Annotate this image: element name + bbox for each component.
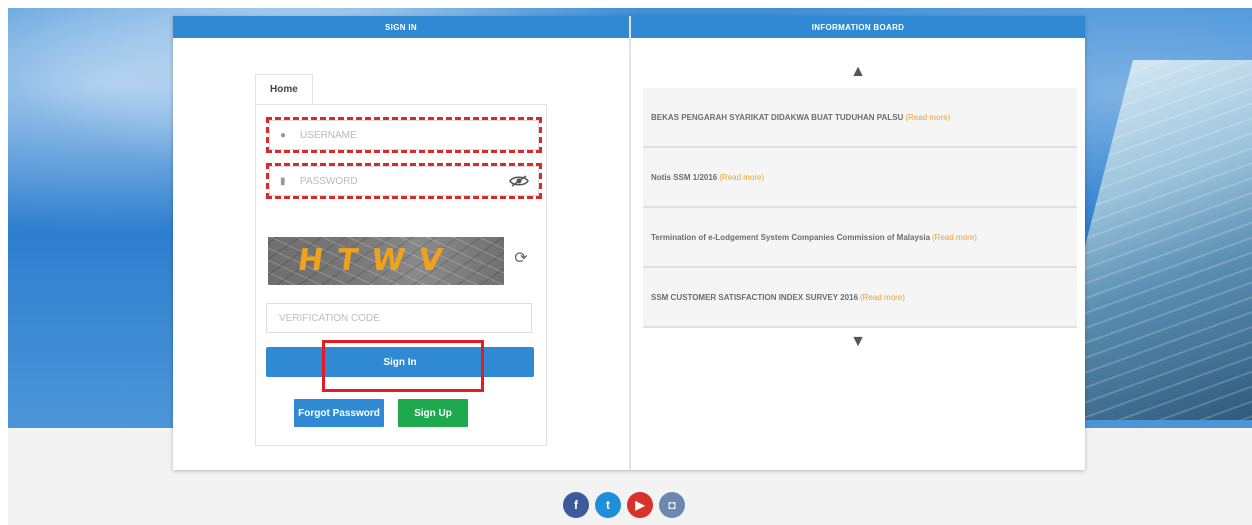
verification-placeholder: VERIFICATION CODE xyxy=(279,312,380,324)
username-placeholder: USERNAME xyxy=(300,129,357,141)
list-item[interactable]: SSM CUSTOMER SATISFACTION INDEX SURVEY 2… xyxy=(643,268,1077,328)
captcha-image: HTWV xyxy=(268,237,504,285)
login-card: SIGN IN Home ● USERNAME ▮ PASSWORD HTWV … xyxy=(173,16,1085,470)
refresh-icon[interactable]: ⟳ xyxy=(512,249,530,267)
login-column: SIGN IN Home ● USERNAME ▮ PASSWORD HTWV … xyxy=(173,16,631,470)
sign-up-button[interactable]: Sign Up xyxy=(398,399,468,427)
list-item[interactable]: Notis SSM 1/2016 (Read more) xyxy=(643,148,1077,208)
secondary-actions: Forgot Password Sign Up xyxy=(294,399,468,429)
list-item[interactable]: BEKAS PENGARAH SYARIKAT DIDAKWA BUAT TUD… xyxy=(643,88,1077,148)
list-item[interactable]: Termination of e-Lodgement System Compan… xyxy=(643,208,1077,268)
item-title: Notis SSM 1/2016 xyxy=(651,172,718,182)
twitter-icon[interactable]: t xyxy=(595,492,621,518)
login-header: SIGN IN xyxy=(173,16,629,38)
tab-home[interactable]: Home xyxy=(255,74,313,106)
read-more-link[interactable]: (Read more) xyxy=(905,113,950,122)
lock-icon: ▮ xyxy=(280,175,286,187)
captcha-text: HTWV xyxy=(295,243,459,278)
youtube-icon[interactable]: ▶ xyxy=(627,492,653,518)
information-header: INFORMATION BOARD xyxy=(631,16,1085,38)
read-more-link[interactable]: (Read more) xyxy=(719,173,764,182)
verification-code-field[interactable]: VERIFICATION CODE xyxy=(266,303,532,333)
sign-in-highlight xyxy=(322,340,484,392)
username-field[interactable]: ● USERNAME xyxy=(269,120,539,150)
eye-slash-icon[interactable] xyxy=(508,170,530,192)
scroll-up-arrow-icon[interactable]: ▲ xyxy=(631,62,1085,82)
instagram-icon[interactable]: ◘ xyxy=(659,492,685,518)
login-form: ● USERNAME ▮ PASSWORD HTWV ⟳ VERIFICATIO… xyxy=(255,104,547,446)
tab-bar: Home xyxy=(255,74,313,106)
password-placeholder: PASSWORD xyxy=(300,175,358,187)
item-title: Termination of e-Lodgement System Compan… xyxy=(651,232,931,242)
item-title: BEKAS PENGARAH SYARIKAT DIDAKWA BUAT TUD… xyxy=(651,112,904,122)
forgot-password-button[interactable]: Forgot Password xyxy=(294,399,384,427)
information-column: INFORMATION BOARD ▲ BEKAS PENGARAH SYARI… xyxy=(631,16,1085,470)
page: SIGN IN Home ● USERNAME ▮ PASSWORD HTWV … xyxy=(0,0,1252,525)
social-links: f t ▶ ◘ xyxy=(563,492,693,522)
read-more-link[interactable]: (Read more) xyxy=(860,293,905,302)
read-more-link[interactable]: (Read more) xyxy=(932,233,977,242)
password-field[interactable]: ▮ PASSWORD xyxy=(269,166,539,196)
information-list: BEKAS PENGARAH SYARIKAT DIDAKWA BUAT TUD… xyxy=(643,88,1077,328)
facebook-icon[interactable]: f xyxy=(563,492,589,518)
item-title: SSM CUSTOMER SATISFACTION INDEX SURVEY 2… xyxy=(651,292,859,302)
user-icon: ● xyxy=(280,129,287,141)
scroll-down-arrow-icon[interactable]: ▼ xyxy=(631,332,1085,352)
